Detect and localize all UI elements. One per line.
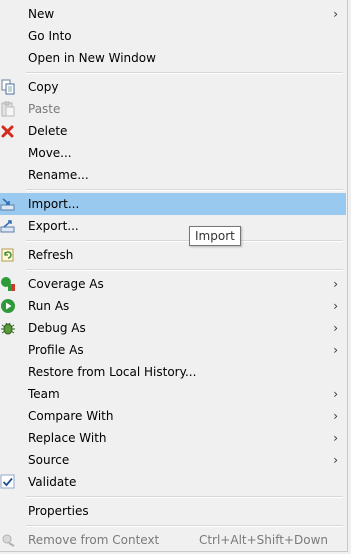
submenu-arrow-icon: › <box>333 431 338 445</box>
menu-item-new[interactable]: New › <box>0 3 346 25</box>
menu-item-restore-from-local-history[interactable]: Restore from Local History... <box>0 361 346 383</box>
menu-item-label: Team <box>28 387 60 401</box>
menu-item-label: Compare With <box>28 409 114 423</box>
export-icon <box>0 218 16 234</box>
menu-item-label: Coverage As <box>28 277 104 291</box>
menu-item-label: Refresh <box>28 248 74 262</box>
menu-item-label: New <box>28 7 55 21</box>
menu-item-team[interactable]: Team › <box>0 383 346 405</box>
menu-item-rename[interactable]: Rename... <box>0 164 346 186</box>
submenu-arrow-icon: › <box>333 7 338 21</box>
menu-item-delete[interactable]: Delete <box>0 120 346 142</box>
menu-separator <box>26 189 343 191</box>
submenu-arrow-icon: › <box>333 343 338 357</box>
menu-item-debug-as[interactable]: Debug As › <box>0 317 346 339</box>
copy-icon <box>0 79 16 95</box>
menu-item-label: Import... <box>28 197 80 211</box>
submenu-arrow-icon: › <box>333 321 338 335</box>
submenu-arrow-icon: › <box>333 387 338 401</box>
menu-separator <box>26 525 343 527</box>
submenu-arrow-icon: › <box>333 299 338 313</box>
debug-icon <box>0 320 16 336</box>
menu-item-label: Copy <box>28 80 59 94</box>
menu-item-label: Remove from Context <box>28 533 160 547</box>
menu-item-label: Export... <box>28 219 79 233</box>
submenu-arrow-icon: › <box>333 277 338 291</box>
menu-item-paste[interactable]: Paste <box>0 98 346 120</box>
refresh-icon <box>0 247 16 263</box>
menu-item-source[interactable]: Source › <box>0 449 346 471</box>
menu-item-refresh[interactable]: Refresh <box>0 244 346 266</box>
menu-separator <box>26 269 343 271</box>
menu-separator <box>26 240 343 242</box>
menu-item-remove-from-context[interactable]: Remove from Context Ctrl+Alt+Shift+Down <box>0 529 346 551</box>
menu-item-run-as[interactable]: Run As › <box>0 295 346 317</box>
menu-item-label: Paste <box>28 102 61 116</box>
menu-item-label: Source <box>28 453 70 467</box>
menu-separator <box>26 496 343 498</box>
menu-item-label: Debug As <box>28 321 86 335</box>
menu-item-label: Move... <box>28 146 72 160</box>
menu-item-label: Restore from Local History... <box>28 365 197 379</box>
paste-icon <box>0 101 16 117</box>
menu-item-import[interactable]: Import... <box>0 193 346 215</box>
run-icon <box>0 298 16 314</box>
remove-context-icon <box>0 532 16 548</box>
menu-item-label: Replace With <box>28 431 107 445</box>
delete-icon <box>0 123 16 139</box>
menu-item-properties[interactable]: Properties <box>0 500 346 522</box>
menu-item-label: Go Into <box>28 29 72 43</box>
menu-separator <box>26 72 343 74</box>
menu-item-export[interactable]: Export... <box>0 215 346 237</box>
submenu-arrow-icon: › <box>333 409 338 423</box>
menu-item-label: Open in New Window <box>28 51 156 65</box>
menu-item-compare-with[interactable]: Compare With › <box>0 405 346 427</box>
context-menu: New › Go Into Open in New Window Copy Pa… <box>0 0 348 552</box>
menu-item-validate[interactable]: Validate <box>0 471 346 493</box>
menu-item-copy[interactable]: Copy <box>0 76 346 98</box>
menu-item-label: Run As <box>28 299 70 313</box>
menu-item-label: Rename... <box>28 168 89 182</box>
menu-item-move[interactable]: Move... <box>0 142 346 164</box>
menu-item-go-into[interactable]: Go Into <box>0 25 346 47</box>
menu-item-replace-with[interactable]: Replace With › <box>0 427 346 449</box>
menu-item-label: Properties <box>28 504 89 518</box>
menu-item-shortcut: Ctrl+Alt+Shift+Down <box>198 533 328 547</box>
menu-item-label: Validate <box>28 475 77 489</box>
checkmark-icon <box>0 474 16 490</box>
menu-item-profile-as[interactable]: Profile As › <box>0 339 346 361</box>
coverage-icon <box>0 276 16 292</box>
menu-item-open-in-new-window[interactable]: Open in New Window <box>0 47 346 69</box>
submenu-arrow-icon: › <box>333 453 338 467</box>
menu-item-coverage-as[interactable]: Coverage As › <box>0 273 346 295</box>
menu-item-label: Profile As <box>28 343 84 357</box>
menu-item-label: Delete <box>28 124 68 138</box>
tooltip: Import <box>189 226 241 246</box>
import-icon <box>0 196 16 212</box>
